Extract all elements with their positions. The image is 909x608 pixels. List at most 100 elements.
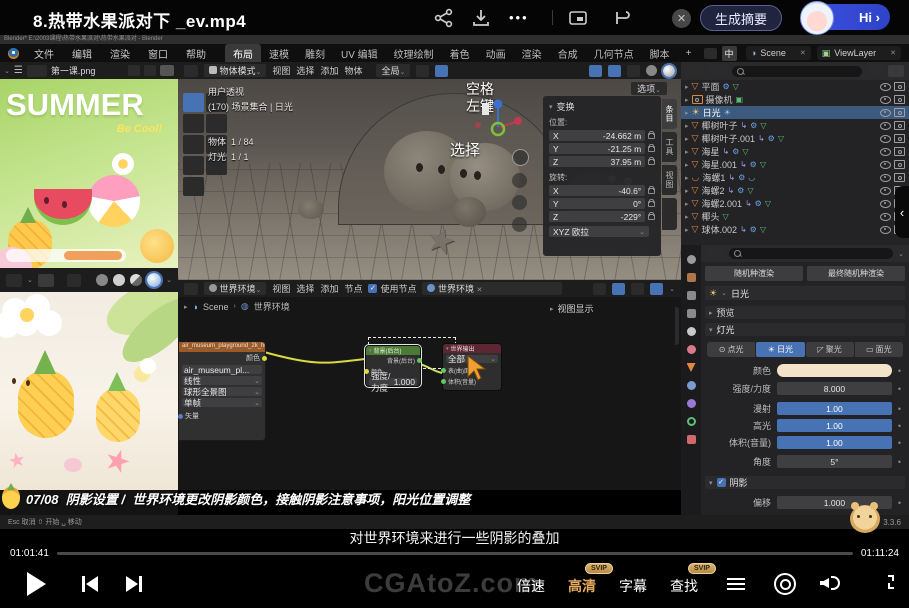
shader-type-dropdown[interactable]: 世界环境⌄ [204, 282, 266, 295]
final-random-seed-render-button[interactable]: 最终随机种渲染 [807, 266, 905, 281]
loc-x-field[interactable]: X-24.662 m [549, 130, 655, 141]
outliner-row[interactable]: ▸▽椰树叶子↳⚙▽ [681, 119, 909, 132]
search-button[interactable]: 查找 [670, 576, 698, 596]
light-type-sun[interactable]: ☀日光 [756, 342, 804, 357]
menu-file[interactable]: 文件 [25, 46, 63, 61]
env-image-selector[interactable]: air_museum_pl... [182, 365, 262, 374]
viewport-menu-view[interactable]: 视图 [272, 64, 290, 77]
hide-viewport-icon[interactable] [880, 174, 891, 182]
xray-toggle-icon[interactable] [67, 274, 81, 287]
viewlayer-selector[interactable]: ▣ViewLayer ✕ [817, 46, 901, 60]
shadow-checkbox[interactable]: ✓ [717, 478, 726, 487]
outliner-row[interactable]: ▸▽海螺2.001↳⚙▽ [681, 197, 909, 210]
world-datablock-field[interactable]: 世界环境 ✕ [422, 282, 562, 295]
snap-magnet-icon[interactable] [416, 65, 429, 77]
viewport-menu-add[interactable]: 添加 [320, 64, 338, 77]
proportional-edit-icon[interactable] [435, 65, 448, 77]
node-menu-node[interactable]: 节点 [344, 282, 362, 295]
frame-dropdown[interactable]: 单帧⌄ [182, 398, 262, 407]
use-nodes-checkbox[interactable]: ✓ 使用节点 [368, 282, 416, 295]
shading-rendered-icon[interactable] [147, 273, 161, 287]
disable-render-icon[interactable] [894, 108, 905, 117]
hide-viewport-icon[interactable] [880, 200, 891, 208]
shadow-section-header[interactable]: ▾ ✓ 阴影 [705, 476, 905, 489]
hide-viewport-icon[interactable] [880, 161, 891, 169]
disable-render-icon[interactable] [894, 134, 905, 143]
specular-slider[interactable]: 1.00 [777, 419, 892, 432]
strength-field[interactable]: 8.000 [777, 382, 892, 395]
light-type-spot[interactable]: ◸聚光 [806, 342, 854, 357]
filter-icon[interactable] [867, 65, 883, 77]
hide-viewport-icon[interactable] [880, 83, 891, 91]
hide-viewport-icon[interactable] [880, 213, 891, 221]
image-datablock-icon[interactable] [27, 65, 47, 77]
playlist-icon[interactable] [727, 577, 745, 591]
previous-button[interactable] [82, 576, 98, 592]
shading-wireframe-icon[interactable] [96, 274, 108, 286]
background-node[interactable]: ▾背景(后台) 背景(后台) 颜色 强度/力度1.000 [365, 345, 421, 387]
render-preview-icon[interactable] [650, 283, 663, 295]
shading-material-icon[interactable] [130, 274, 142, 286]
rot-y-field[interactable]: Y0° [549, 198, 655, 209]
hide-viewport-icon[interactable] [880, 122, 891, 130]
color-input-socket[interactable] [364, 369, 369, 374]
progress-track[interactable] [57, 552, 853, 555]
generate-summary-button[interactable]: 生成摘要 [700, 5, 782, 31]
outliner-row[interactable]: ▸▽平面⚙▽ [681, 80, 909, 93]
node-menu-select[interactable]: 选择 [296, 282, 314, 295]
preview-section-header[interactable]: ▸预览 [705, 306, 905, 319]
chevron-down-icon[interactable]: ⌄ [669, 285, 675, 293]
close-icon[interactable]: ✕ [672, 9, 691, 28]
editor-type-icon[interactable]: ⌄ [4, 67, 10, 75]
editor-type-icon[interactable] [184, 283, 198, 295]
viewport-menu-object[interactable]: 物体 [344, 64, 362, 77]
diffuse-slider[interactable]: 1.00 [777, 402, 892, 415]
show-gizmo-icon[interactable] [589, 65, 602, 77]
overlay-dropdown-icon[interactable] [631, 283, 644, 295]
outliner-row[interactable]: ▸▽海螺2↳⚙▽ [681, 184, 909, 197]
show-overlays-icon[interactable] [608, 65, 621, 77]
chevron-down-icon[interactable]: ⌄ [166, 276, 172, 284]
outliner-row[interactable]: ▸▽椰树叶子.001↳⚙▽ [681, 132, 909, 145]
scene-selector[interactable]: ◑Scene ✕ [746, 46, 811, 60]
light-data-selector[interactable]: ☀⌄ 日光 [705, 286, 905, 300]
viewport-3d[interactable]: ★ 用户透视 (170) 场景集合 | 日光 物体 1 / 84 灯光 1 / … [178, 79, 681, 280]
outliner-row-selected[interactable]: ▸☀日光☀ [681, 106, 909, 119]
loc-y-field[interactable]: Y-21.25 m [549, 143, 655, 154]
angle-field[interactable]: 5° [777, 455, 892, 468]
cast-icon[interactable] [612, 8, 632, 28]
volume-input-socket[interactable] [441, 379, 446, 384]
menu-render[interactable]: 渲染 [101, 46, 139, 61]
rotation-mode-dropdown[interactable]: XYZ 欧拉⌄ [549, 226, 649, 237]
node-editor-canvas[interactable]: ▸ ◑Scene › ◍世界环境 ▸视图显示 air_museum_playgr… [178, 297, 681, 490]
snap-icon[interactable] [612, 283, 625, 295]
projection-dropdown[interactable]: 球形全景图⌄ [182, 387, 262, 396]
light-type-area[interactable]: ▭面光 [855, 342, 903, 357]
shading-solid-icon[interactable] [663, 65, 675, 77]
share-icon[interactable] [434, 8, 454, 28]
settings-icon[interactable] [774, 573, 796, 595]
transform-panel-header[interactable]: ▾变换 [549, 100, 655, 113]
more-options-icon[interactable]: ••• [509, 10, 529, 25]
sidebar-tabs[interactable]: 条目 工具 视图 [662, 99, 677, 230]
strength-field[interactable]: 强度/力度1.000 [369, 378, 417, 386]
avatar[interactable] [800, 1, 834, 35]
workspace-tab-geometry-nodes[interactable]: 几何节点 [586, 44, 642, 63]
chevron-down-icon[interactable]: ⌄ [898, 250, 904, 258]
image-filename[interactable]: 第一课.png [51, 64, 96, 77]
next-button[interactable] [126, 576, 142, 592]
disable-render-icon[interactable] [894, 160, 905, 169]
workspace-tab-modeling[interactable]: 速模 [261, 44, 297, 63]
picture-in-picture-icon[interactable] [568, 8, 588, 28]
rot-z-field[interactable]: Z-229° [549, 211, 655, 222]
disable-render-icon[interactable] [894, 121, 905, 130]
workspace-tab-compositing[interactable]: 合成 [550, 44, 586, 63]
mode-selector[interactable]: 物体模式⌄ [204, 64, 266, 77]
outliner-search-input[interactable] [732, 66, 862, 77]
background-output-socket[interactable] [417, 358, 422, 363]
new-collection-icon[interactable] [888, 65, 904, 77]
workspace-tab-rendering[interactable]: 渲染 [514, 44, 550, 63]
shading-wireframe-icon[interactable] [646, 65, 657, 76]
open-image-icon[interactable] [160, 65, 174, 76]
light-type-point[interactable]: ⊙点光 [707, 342, 755, 357]
